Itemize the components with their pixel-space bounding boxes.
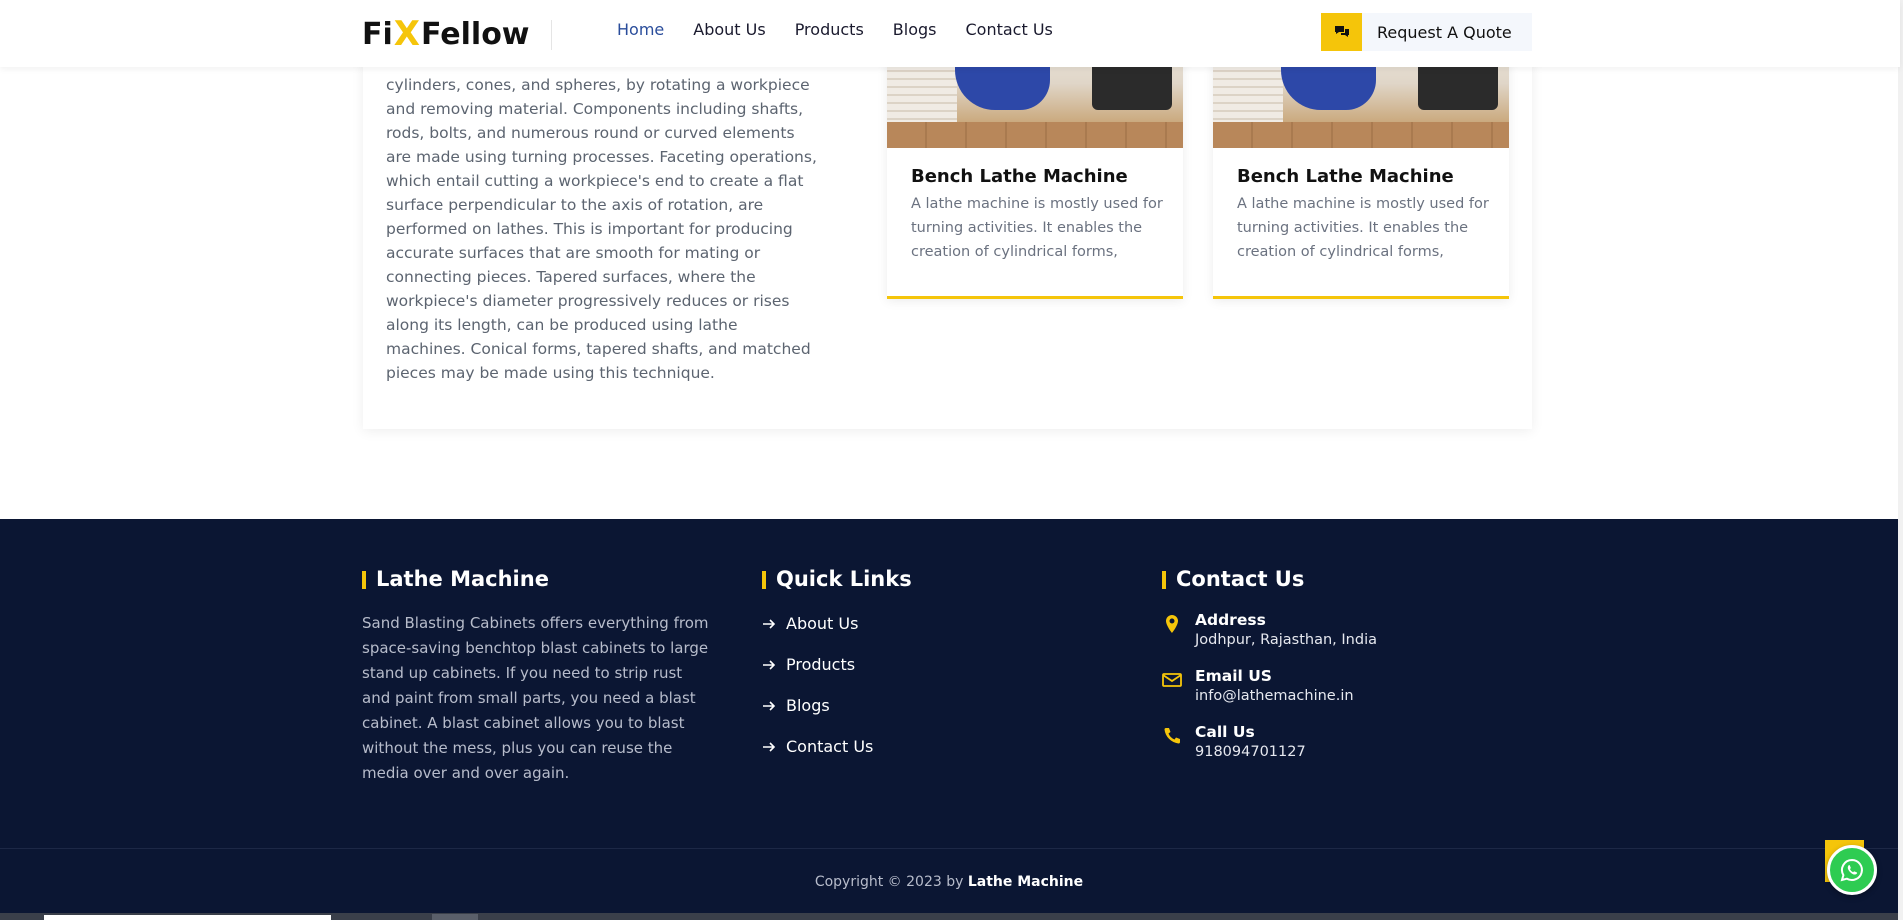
quick-link-about-us[interactable]: About Us	[762, 614, 858, 633]
site-footer: Lathe Machine Sand Blasting Cabinets off…	[0, 519, 1898, 920]
nav-contact-us[interactable]: Contact Us	[965, 20, 1052, 39]
request-quote-button[interactable]: Request A Quote	[1321, 13, 1532, 51]
product-title[interactable]: Bench Lathe Machine	[1237, 166, 1454, 187]
logo-text-fi: Fi	[362, 16, 393, 52]
quick-link-blogs[interactable]: Blogs	[762, 696, 830, 715]
contact-address-value: Jodhpur, Rajasthan, India	[1195, 632, 1377, 648]
contact-phone: Call Us 918094701127	[1161, 723, 1306, 762]
site-logo[interactable]: Fi X Fellow	[362, 14, 530, 54]
phone-icon	[1164, 728, 1180, 744]
quick-link-products[interactable]: Products	[762, 655, 855, 674]
contact-address: Address Jodhpur, Rajasthan, India	[1161, 611, 1377, 650]
nav-blogs[interactable]: Blogs	[893, 20, 937, 39]
quick-link-label: Blogs	[786, 696, 830, 715]
arrow-right-icon	[763, 618, 776, 629]
browser-bottom-bar	[0, 913, 1898, 920]
contact-address-label: Address	[1195, 611, 1266, 629]
footer-contact-title: Contact Us	[1162, 567, 1304, 591]
whatsapp-icon	[1840, 858, 1863, 882]
chat-bubbles-icon	[1321, 13, 1362, 51]
copyright-name[interactable]: Lathe Machine	[968, 874, 1083, 890]
nav-products[interactable]: Products	[795, 20, 864, 39]
copyright-text: Copyright © 2023 by Lathe Machine	[0, 874, 1898, 890]
contact-email-label: Email US	[1195, 667, 1272, 685]
copyright-prefix: Copyright © 2023 by	[814, 874, 964, 890]
envelope-icon	[1162, 673, 1182, 687]
map-pin-icon	[1166, 615, 1178, 633]
nav-about-us[interactable]: About Us	[693, 20, 765, 39]
footer-quick-links-title: Quick Links	[762, 567, 912, 591]
arrow-right-icon	[763, 659, 776, 670]
contact-email: Email US info@lathemachine.in	[1161, 667, 1354, 706]
arrow-right-icon	[763, 741, 776, 752]
contact-email-value[interactable]: info@lathemachine.in	[1195, 686, 1354, 706]
quick-link-label: Products	[786, 655, 856, 674]
arrow-right-icon	[763, 700, 776, 711]
product-description: cylinders, cones, and spheres, by rotati…	[386, 76, 817, 382]
logo-text-x: X	[393, 14, 420, 54]
product-title[interactable]: Bench Lathe Machine	[911, 166, 1128, 187]
product-excerpt: A lathe machine is mostly used for turni…	[1237, 196, 1489, 260]
page-scrollbar[interactable]	[1898, 0, 1903, 920]
quick-link-contact-us[interactable]: Contact Us	[762, 737, 873, 756]
site-header: Fi X Fellow Home About Us Products Blogs C…	[0, 0, 1900, 67]
product-card[interactable]: Bench Lathe Machine A lathe machine is m…	[887, 40, 1183, 299]
request-quote-label: Request A Quote	[1377, 22, 1512, 42]
contact-phone-value[interactable]: 918094701127	[1195, 742, 1306, 762]
product-excerpt: A lathe machine is mostly used for turni…	[911, 196, 1163, 260]
footer-about-text: Sand Blasting Cabinets offers everything…	[362, 614, 709, 782]
quick-link-label: Contact Us	[786, 737, 874, 756]
contact-phone-label: Call Us	[1195, 723, 1255, 741]
logo-divider	[551, 20, 552, 50]
footer-divider	[0, 848, 1898, 849]
nav-home[interactable]: Home	[617, 20, 664, 39]
footer-about-title: Lathe Machine	[362, 567, 549, 591]
product-card[interactable]: Bench Lathe Machine A lathe machine is m…	[1213, 40, 1509, 299]
logo-text-fellow: Fellow	[421, 16, 530, 52]
quick-link-label: About Us	[786, 614, 859, 633]
main-nav: Home About Us Products Blogs Contact Us	[617, 20, 1082, 39]
whatsapp-button[interactable]	[1827, 845, 1877, 895]
